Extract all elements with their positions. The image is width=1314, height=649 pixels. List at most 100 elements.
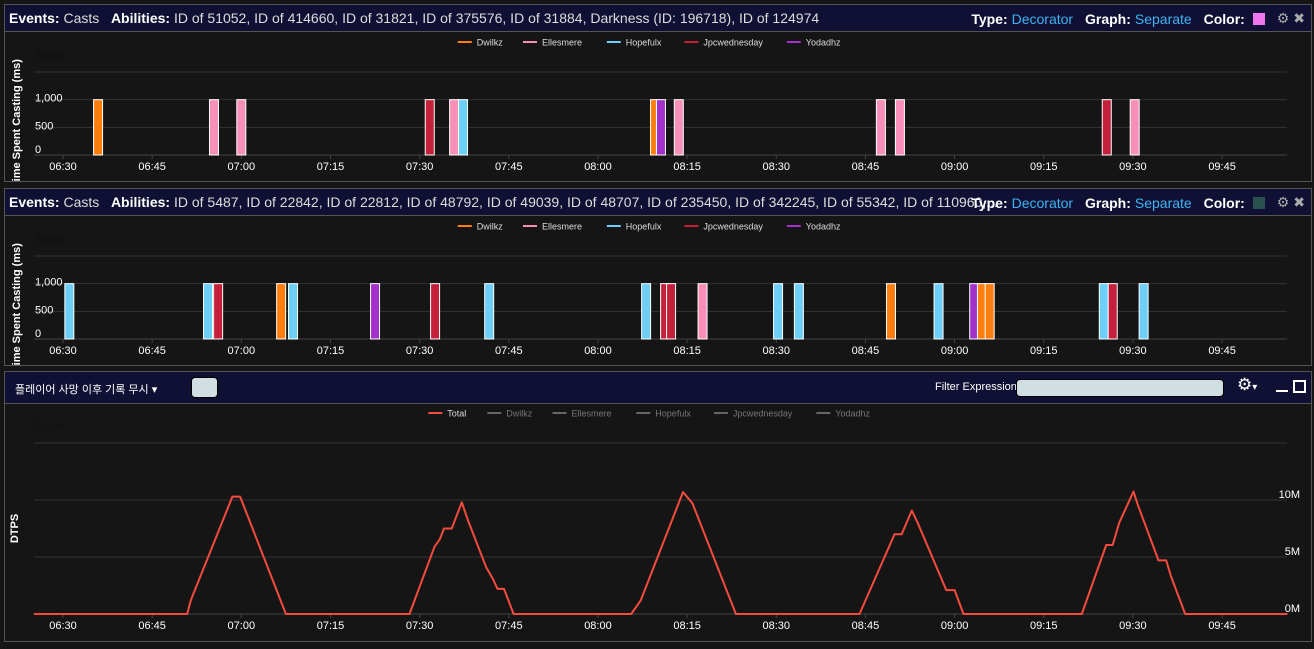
x-tick-label: 08:15 (673, 161, 701, 173)
x-tick-label: 08:00 (584, 161, 612, 173)
y-axis-title: DTPS (9, 514, 21, 543)
cast-bar-hopefulx (288, 283, 299, 340)
x-tick-label: 07:45 (495, 161, 523, 173)
x-tick-label: 09:15 (1030, 161, 1058, 173)
y-tick-label: 500 (35, 120, 53, 132)
y-tick-label: 5M (1285, 546, 1300, 558)
y-axis-title: Time Spent Casting (ms) (11, 243, 23, 365)
x-tick-label: 09:30 (1119, 161, 1147, 173)
settings-gear-icon[interactable]: ⚙▾ (1237, 375, 1257, 395)
panel-header: 플레이어 사망 이후 기록 무시 ▾ Filter Expression: ⚙▾ (5, 372, 1311, 404)
x-tick-label: 06:45 (138, 161, 166, 173)
x-tick-label: 07:15 (317, 161, 345, 173)
type-label: Type: (971, 10, 1008, 27)
close-icon[interactable]: ✖ (1293, 194, 1305, 211)
x-tick-label: 08:45 (852, 161, 880, 173)
x-tick-label: 06:30 (49, 345, 77, 357)
y-tick-label: 10M (1279, 489, 1300, 501)
legend-item: Ellesmere (542, 222, 582, 232)
death-filter-dropdown[interactable]: 플레이어 사망 이후 기록 무시 ▾ (15, 381, 157, 397)
y-tick-label: 0 (35, 328, 41, 340)
legend-item: Ellesmere (572, 409, 612, 419)
color-swatch[interactable] (1252, 196, 1265, 209)
legend-item: Jpcwednesday (703, 222, 763, 232)
filter-expression-input[interactable] (1016, 379, 1224, 397)
x-tick-label: 09:15 (1030, 345, 1058, 357)
legend-item: Hopefulx (655, 409, 691, 419)
cast-bar-hopefulx (641, 283, 652, 340)
cast-bar-hopefulx (1138, 283, 1149, 340)
cast-bar-jpcwednesday (1107, 283, 1118, 340)
x-tick-label: 09:45 (1208, 345, 1236, 357)
cast-bar-dwilkz (885, 283, 896, 340)
color-label: Color: (1203, 194, 1245, 211)
maximize-icon[interactable] (1293, 380, 1306, 393)
legend-item: Jpcwednesday (733, 409, 793, 419)
cast-bar-ellesmere (894, 99, 905, 156)
legend-item: Hopefulx (626, 38, 662, 48)
y-tick-label: 1,000 (35, 93, 63, 105)
x-tick-label: 09:45 (1208, 161, 1236, 173)
abilities-value: ID of 51052, ID of 414660, ID of 31821, … (173, 10, 820, 26)
x-tick-label: 06:30 (49, 161, 77, 173)
events-label: Events: (9, 10, 60, 26)
filter-expression-label: Filter Expression: (935, 381, 1020, 393)
gear-icon[interactable]: ⚙ (1277, 194, 1290, 211)
graph-link[interactable]: Separate (1135, 11, 1192, 27)
graph-label: Graph: (1084, 194, 1131, 211)
cast-bar-ellesmere (697, 283, 708, 340)
x-tick-label: 09:15 (1030, 620, 1058, 632)
legend-item: Dwilkz (477, 222, 503, 232)
legend-item: Jpcwednesday (703, 38, 763, 48)
x-tick-label: 07:00 (228, 345, 256, 357)
cast-bar-ellesmere (875, 99, 886, 156)
x-tick-label: 07:15 (317, 620, 345, 632)
x-tick-label: 08:00 (584, 620, 612, 632)
close-icon[interactable]: ✖ (1293, 10, 1305, 27)
x-tick-label: 09:00 (941, 345, 969, 357)
color-label: Color: (1203, 10, 1245, 27)
cast-bar-jpcwednesday (430, 283, 441, 340)
x-tick-label: 09:00 (941, 161, 969, 173)
x-tick-label: 06:30 (49, 620, 77, 632)
x-tick-label: 06:45 (138, 345, 166, 357)
cast-bar-ellesmere (673, 99, 684, 156)
legend-item: Dwilkz (477, 38, 503, 48)
x-tick-label: 07:15 (317, 345, 345, 357)
events-label: Events: (9, 194, 60, 210)
cast-bar-hopefulx (793, 283, 804, 340)
x-tick-label: 08:30 (763, 345, 791, 357)
cast-bar-ellesmere (1129, 99, 1140, 156)
y-tick-label: 0 (35, 144, 41, 156)
cast-bar-hopefulx (933, 283, 944, 340)
color-input[interactable] (191, 377, 218, 398)
x-tick-label: 08:45 (852, 345, 880, 357)
abilities-value: ID of 5487, ID of 22842, ID of 22812, ID… (173, 194, 998, 210)
x-tick-label: 07:45 (495, 620, 523, 632)
abilities-label: Abilities: (110, 194, 171, 210)
cast-bar-dwilkz (93, 99, 104, 156)
legend-item: Total (447, 409, 466, 419)
panel-header: Events: Casts Abilities: ID of 51052, ID… (5, 5, 1311, 32)
x-tick-label: 09:00 (941, 620, 969, 632)
type-link[interactable]: Decorator (1012, 11, 1073, 27)
x-tick-label: 09:30 (1119, 345, 1147, 357)
cast-bar-jpcwednesday (1101, 99, 1112, 156)
y-axis-title: Time Spent Casting (ms) (11, 59, 23, 181)
legend-item: Yodadhz (806, 38, 841, 48)
legend-item: Yodadhz (806, 222, 841, 232)
type-label: Type: (971, 194, 1008, 211)
graph-link[interactable]: Separate (1135, 195, 1192, 211)
gear-icon[interactable]: ⚙ (1277, 10, 1290, 27)
cast-bar-jpcwednesday (424, 99, 435, 156)
type-link[interactable]: Decorator (1012, 195, 1073, 211)
casts-panel-2: Events: Casts Abilities: ID of 5487, ID … (4, 188, 1312, 366)
minimize-icon[interactable] (1276, 390, 1288, 392)
x-tick-label: 07:00 (228, 161, 256, 173)
color-swatch[interactable] (1252, 12, 1265, 25)
zoom-label: Zoom (34, 48, 65, 62)
dropdown-label: 플레이어 사망 이후 기록 무시 (15, 384, 149, 396)
casts-chart-2: Dwilkz Ellesmere Hopefulx Jpcwednesday Yodad… (11, 222, 1287, 365)
dtps-panel: 플레이어 사망 이후 기록 무시 ▾ Filter Expression: ⚙▾… (4, 371, 1312, 642)
cast-bar-hopefulx (773, 283, 784, 340)
